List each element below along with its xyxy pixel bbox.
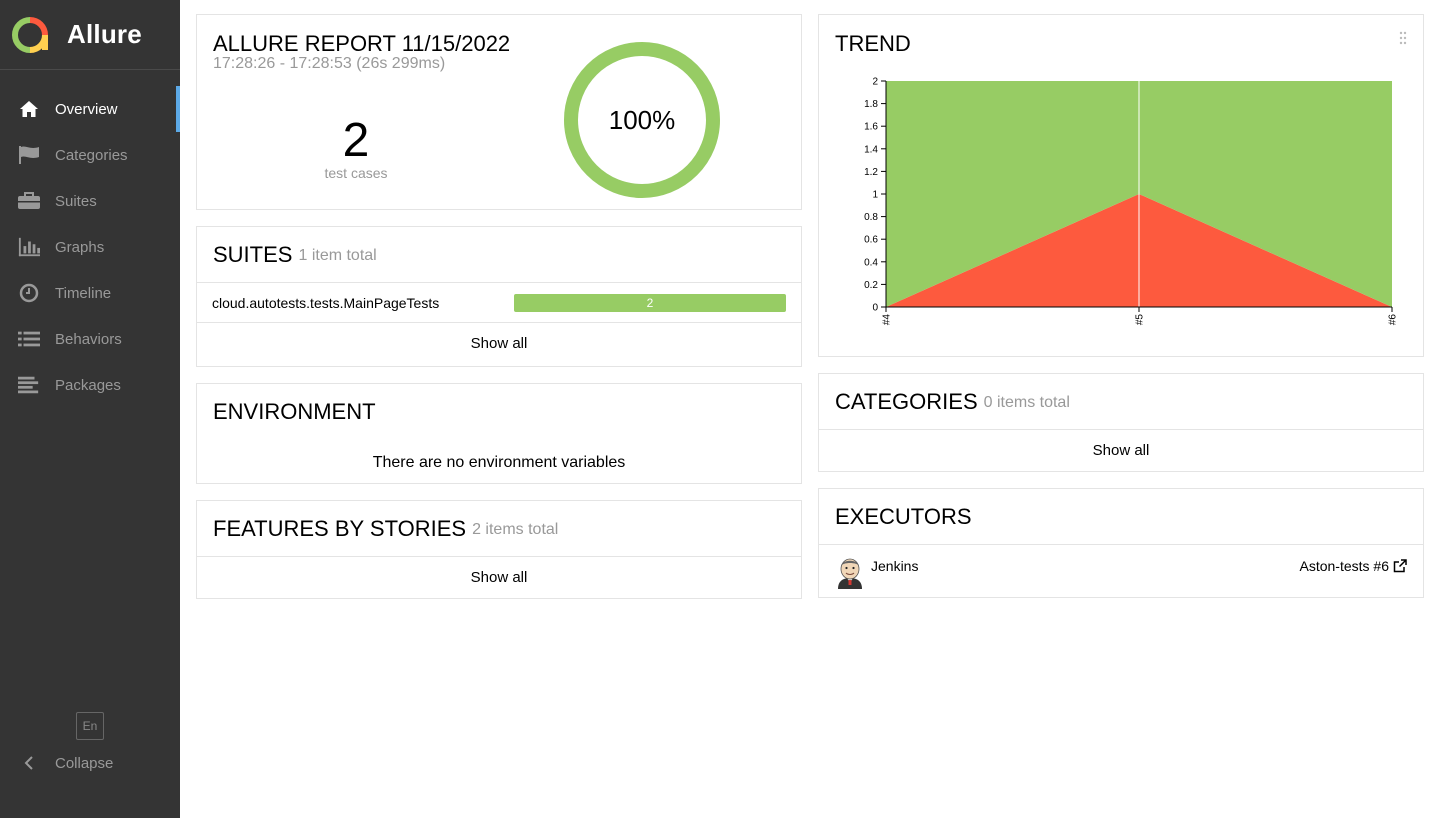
drag-handle-icon[interactable] xyxy=(1399,31,1407,50)
list-icon xyxy=(18,328,40,350)
nav-item-label: Timeline xyxy=(55,284,112,302)
briefcase-icon xyxy=(18,190,40,212)
jenkins-avatar-icon xyxy=(838,558,862,589)
categories-show-all-link[interactable]: Show all xyxy=(819,430,1423,470)
nav-item-timeline[interactable]: Timeline xyxy=(0,270,180,316)
executors-widget: EXECUTORS Jenkins Aston-tests #6 xyxy=(818,488,1424,598)
trend-y-tick-label: 0.4 xyxy=(864,257,878,268)
brand-name: Allure xyxy=(67,19,142,49)
chevron-left-icon xyxy=(18,752,40,774)
executors-header: EXECUTORS xyxy=(819,489,1423,545)
trend-y-tick-label: 1.4 xyxy=(864,144,878,155)
suites-title: SUITES xyxy=(213,241,293,267)
nav-item-label: Categories xyxy=(55,146,128,164)
trend-y-tick-label: 1.2 xyxy=(864,167,878,178)
suites-widget: SUITES 1 item total cloud.autotests.test… xyxy=(196,226,802,367)
executor-name: Jenkins xyxy=(871,558,919,574)
suite-name: cloud.autotests.tests.MainPageTests xyxy=(212,294,440,311)
nav-item-packages[interactable]: Packages xyxy=(0,362,180,408)
trend-y-tick-label: 0.8 xyxy=(864,212,878,223)
flag-icon xyxy=(18,144,40,166)
trend-y-tick-label: 0.6 xyxy=(864,235,878,246)
features-title: FEATURES BY STORIES xyxy=(213,515,467,541)
features-subtitle: 2 items total xyxy=(472,521,559,538)
nav-item-label: Suites xyxy=(55,192,97,210)
report-title: ALLURE REPORT 11/15/2022 xyxy=(213,31,511,56)
suite-status-bar[interactable]: 2 xyxy=(514,293,786,312)
trend-y-tick-label: 1 xyxy=(872,190,878,201)
environment-title: ENVIRONMENT xyxy=(213,399,376,424)
language-button[interactable]: En xyxy=(76,712,104,740)
trend-y-tick-label: 2 xyxy=(872,77,878,88)
home-icon xyxy=(18,98,40,120)
trend-y-tick-label: 0 xyxy=(872,303,878,314)
nav-item-label: Graphs xyxy=(55,238,105,256)
external-link-icon xyxy=(1393,559,1407,573)
nav-item-overview[interactable]: Overview xyxy=(0,86,180,132)
trend-y-tick-label: 0.2 xyxy=(864,280,878,291)
bar-chart-icon xyxy=(18,236,40,258)
suites-subtitle: 1 item total xyxy=(298,247,377,264)
test-case-count: 2 xyxy=(342,114,370,167)
nav-item-graphs[interactable]: Graphs xyxy=(0,224,180,270)
nav-item-label: Overview xyxy=(55,100,118,118)
categories-widget: CATEGORIES 0 items total Show all xyxy=(818,373,1424,472)
categories-header: CATEGORIES 0 items total xyxy=(819,374,1423,430)
test-case-label: test cases xyxy=(324,165,388,181)
features-header: FEATURES BY STORIES 2 items total xyxy=(197,501,801,557)
collapse-label: Collapse xyxy=(55,754,114,772)
trend-title: TREND xyxy=(835,31,911,56)
executors-title: EXECUTORS xyxy=(835,503,972,529)
brand[interactable]: Allure xyxy=(0,0,180,70)
nav-item-categories[interactable]: Categories xyxy=(0,132,180,178)
trend-x-tick-label: #4 xyxy=(882,314,893,326)
trend-y-tick-label: 1.8 xyxy=(864,99,878,110)
suites-header: SUITES 1 item total xyxy=(197,227,801,283)
report-time: 17:28:26 - 17:28:53 (26s 299ms) xyxy=(213,55,446,72)
categories-subtitle: 0 items total xyxy=(983,394,1070,411)
trend-chart[interactable]: 0 0.2 0.4 0.6 0.8 1 1.2 1.4 1.6 1.8 2 #4 #5 #6 xyxy=(819,65,1423,355)
trend-x-tick-label: #5 xyxy=(1135,314,1146,326)
executor-build-link[interactable]: Aston-tests #6 xyxy=(1300,558,1408,574)
features-show-all-link[interactable]: Show all xyxy=(197,557,801,597)
executor-build-label: Aston-tests #6 xyxy=(1299,558,1390,574)
collapse-button[interactable]: Collapse xyxy=(18,750,113,776)
features-widget: FEATURES BY STORIES 2 items total Show a… xyxy=(196,500,802,599)
trend-widget: TREND 0 0.2 0.4 0.6 0.8 1 1.2 1.4 1.6 1.8 2 #4 #5 #6 xyxy=(818,14,1424,357)
suite-row[interactable]: cloud.autotests.tests.MainPageTests 2 xyxy=(197,283,801,323)
sidebar: Allure Overview Categories Suites Graphs xyxy=(0,0,180,818)
nav-item-suites[interactable]: Suites xyxy=(0,178,180,224)
allure-logo-icon xyxy=(12,16,48,53)
trend-y-tick-label: 1.6 xyxy=(864,122,878,133)
environment-widget: ENVIRONMENT There are no environment var… xyxy=(196,383,802,484)
nav-item-behaviors[interactable]: Behaviors xyxy=(0,316,180,362)
clock-icon xyxy=(18,282,40,304)
nav-item-label: Packages xyxy=(55,376,121,394)
environment-empty-message: There are no environment variables xyxy=(372,454,626,471)
align-left-icon xyxy=(18,374,40,396)
summary-widget: ALLURE REPORT 11/15/2022 17:28:26 - 17:2… xyxy=(196,14,802,210)
categories-title: CATEGORIES xyxy=(835,388,978,414)
environment-header: ENVIRONMENT xyxy=(197,384,801,440)
executor-row: Jenkins Aston-tests #6 xyxy=(819,545,1423,597)
nav-menu: Overview Categories Suites Graphs Timeli… xyxy=(0,86,180,408)
pass-rate-percent: 100% xyxy=(608,104,676,135)
suites-show-all-link[interactable]: Show all xyxy=(197,323,801,363)
trend-x-tick-label: #6 xyxy=(1388,314,1399,326)
nav-item-label: Behaviors xyxy=(55,330,122,348)
